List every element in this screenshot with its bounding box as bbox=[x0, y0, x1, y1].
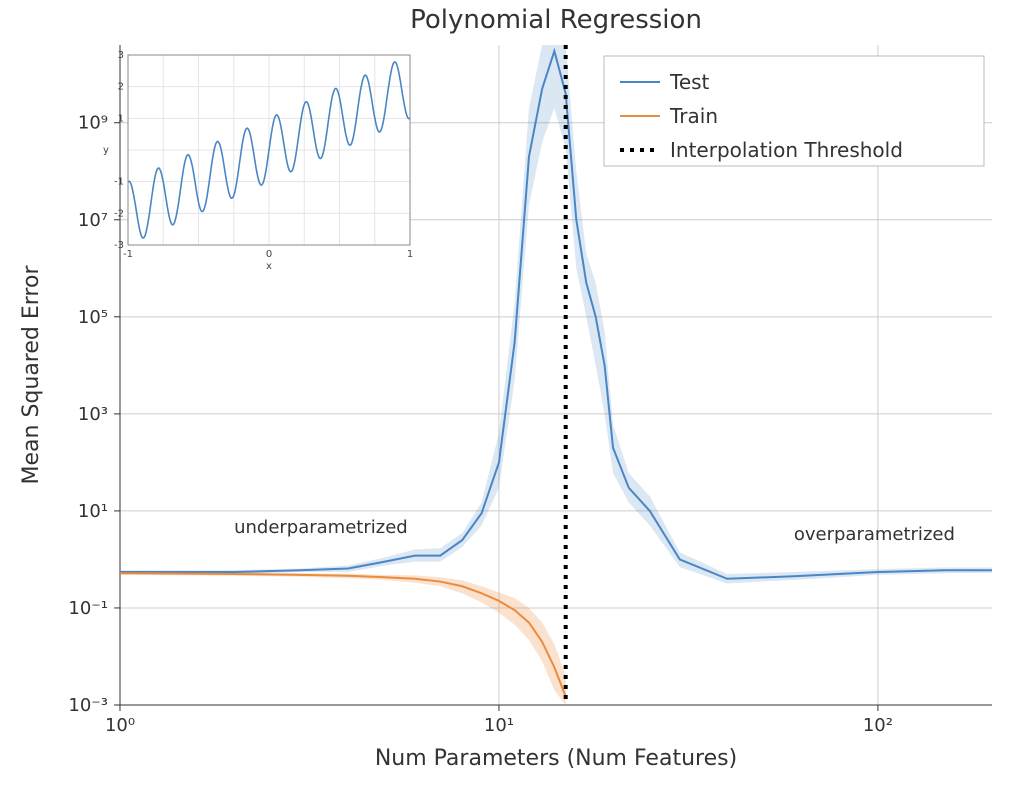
inset-y-tick: 2 bbox=[118, 82, 124, 93]
y-tick-label: 10³ bbox=[78, 404, 108, 425]
inset-y-tick: -3 bbox=[114, 240, 124, 251]
inset-x-tick: 0 bbox=[266, 249, 272, 260]
inset-x-tick: -1 bbox=[123, 249, 133, 260]
polynomial-regression-chart: 10⁰ 10¹ 10² 10⁻³ 10⁻¹ 10¹ 10³ 10⁵ 10⁷ 10⁹ underpar… bbox=[0, 0, 1024, 791]
legend-label: Test bbox=[669, 70, 710, 94]
y-tick-label: 10⁵ bbox=[78, 307, 108, 328]
y-tick-label: 10¹ bbox=[78, 501, 108, 522]
x-axis-label: Num Parameters (Num Features) bbox=[375, 746, 737, 771]
x-tick-label: 10⁰ bbox=[105, 715, 135, 736]
inset-y-tick: 3 bbox=[118, 50, 124, 61]
overparam-label: overparametrized bbox=[794, 524, 955, 545]
underparam-label: underparametrized bbox=[234, 517, 408, 538]
legend-label: Interpolation Threshold bbox=[670, 138, 903, 162]
inset-y-tick: -1 bbox=[114, 177, 124, 188]
legend-label: Train bbox=[669, 104, 718, 128]
y-tick-label: 10⁻¹ bbox=[68, 598, 108, 619]
y-axis-label: Mean Squared Error bbox=[19, 265, 44, 485]
inset-y-tick: 1 bbox=[118, 113, 124, 124]
inset-xlabel: x bbox=[266, 261, 272, 272]
y-tick-label: 10⁻³ bbox=[68, 695, 108, 716]
x-tick-label: 10¹ bbox=[484, 715, 514, 736]
inset-x-tick: 1 bbox=[407, 249, 413, 260]
y-tick-label: 10⁷ bbox=[78, 210, 108, 231]
inset-ylabel: y bbox=[103, 145, 109, 156]
chart-title: Polynomial Regression bbox=[410, 5, 702, 35]
y-tick-label: 10⁹ bbox=[78, 113, 108, 134]
x-tick-label: 10² bbox=[863, 715, 893, 736]
inset-y-tick: -2 bbox=[114, 208, 124, 219]
